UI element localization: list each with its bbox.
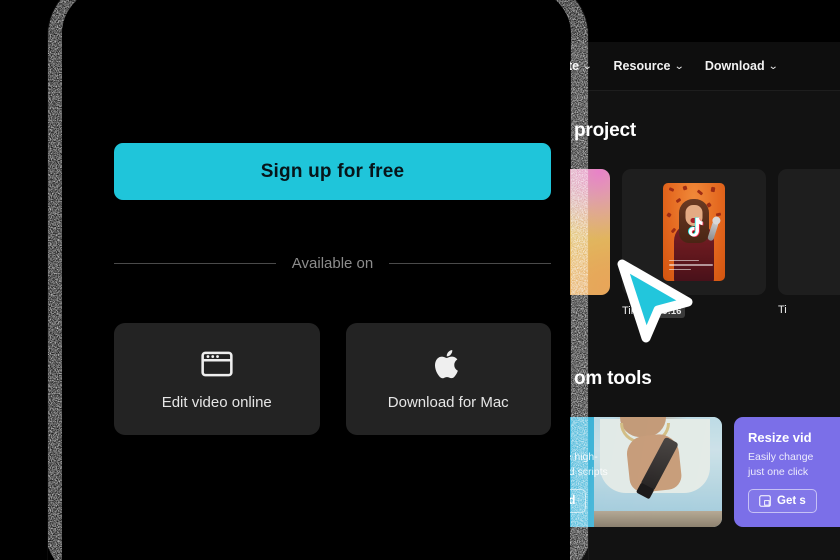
- divider-line-right: [389, 263, 552, 264]
- tool-card-button-label: started: [570, 495, 576, 507]
- tool-card-photo: [594, 417, 722, 527]
- tool-card-text: t generate high- TikTok ad scripts: [570, 430, 608, 480]
- background-web-page: te ⌄ Resource ⌄ Download ⌄ project TikTo…: [570, 42, 840, 560]
- chevron-down-icon: ⌄: [673, 60, 684, 72]
- tool-card-title: t: [570, 430, 608, 445]
- download-for-mac-button[interactable]: Download for Mac: [345, 323, 551, 435]
- chevron-down-icon: ⌄: [582, 60, 593, 72]
- project-card-new-label: s: [570, 304, 610, 316]
- tool-card-get-started-button[interactable]: started: [570, 489, 587, 513]
- caption-placeholder-lines: [669, 259, 713, 274]
- tools-section-heading: om tools: [574, 368, 652, 389]
- cutoff-thumbnail-frame[interactable]: [778, 169, 840, 295]
- tiktok-logo-icon: [688, 217, 704, 238]
- browser-window-icon: [201, 351, 233, 377]
- tiktok-thumbnail-image: [663, 183, 725, 281]
- chevron-down-icon: ⌄: [767, 60, 779, 72]
- nav-item-create[interactable]: te ⌄: [570, 59, 593, 73]
- available-on-label: Available on: [291, 255, 374, 272]
- tool-card-button-label: Get s: [777, 495, 806, 507]
- nav-item-download-label: Download: [704, 59, 765, 73]
- aspect-ratio-badge: 9:16: [658, 304, 686, 318]
- available-on-divider: Available on: [114, 255, 552, 272]
- project-card-new[interactable]: s: [570, 169, 610, 316]
- project-card-cutoff-label: Ti: [778, 304, 787, 316]
- projects-section-heading: project: [574, 120, 636, 141]
- nav-item-create-label: te: [570, 59, 580, 73]
- project-card-row: s: [570, 169, 840, 318]
- edit-video-online-button[interactable]: Edit video online: [114, 323, 320, 435]
- resize-frame-icon: [759, 495, 771, 507]
- sign-up-for-free-button[interactable]: Sign up for free: [114, 143, 551, 200]
- tool-card-resize-video[interactable]: Resize vid Easily change just one click …: [734, 417, 840, 527]
- download-options-row: Edit video online Download for Mac: [114, 323, 551, 435]
- project-card-tiktok[interactable]: TikTok 9:16: [622, 169, 766, 318]
- page-body: project s: [570, 91, 840, 560]
- edit-video-online-label: Edit video online: [161, 394, 272, 411]
- tool-card-description: generate high- TikTok ad scripts: [570, 451, 608, 478]
- tool-card-get-started-button[interactable]: Get s: [748, 489, 817, 513]
- tiktok-thumbnail-frame[interactable]: [622, 169, 766, 295]
- screenshot-root: te ⌄ Resource ⌄ Download ⌄ project TikTo…: [0, 0, 840, 560]
- tool-card-text: Resize vid Easily change just one click: [748, 430, 813, 480]
- top-navigation-bar: te ⌄ Resource ⌄ Download ⌄: [570, 42, 840, 91]
- tool-card-script-generator[interactable]: t generate high- TikTok ad scripts start…: [570, 417, 722, 527]
- new-project-gradient-thumbnail[interactable]: [570, 169, 610, 295]
- phone-screen: Sign up for free Available on Edit video…: [62, 0, 570, 560]
- nav-item-resource-label: Resource: [613, 59, 671, 73]
- tool-card-description: Easily change just one click: [748, 451, 814, 478]
- download-for-mac-label: Download for Mac: [387, 394, 509, 411]
- nav-item-download[interactable]: Download ⌄: [704, 59, 779, 73]
- tool-card-title: Resize vid: [748, 430, 812, 445]
- project-card-cutoff[interactable]: Ti: [778, 169, 840, 316]
- project-card-tiktok-label: TikTok 9:16: [622, 304, 766, 318]
- phone-mockup: Sign up for free Available on Edit video…: [62, 0, 570, 560]
- nav-item-resource[interactable]: Resource ⌄: [613, 59, 684, 73]
- tool-card-row: t generate high- TikTok ad scripts start…: [570, 417, 840, 527]
- apple-logo-icon: [435, 349, 459, 379]
- divider-line-left: [114, 263, 276, 264]
